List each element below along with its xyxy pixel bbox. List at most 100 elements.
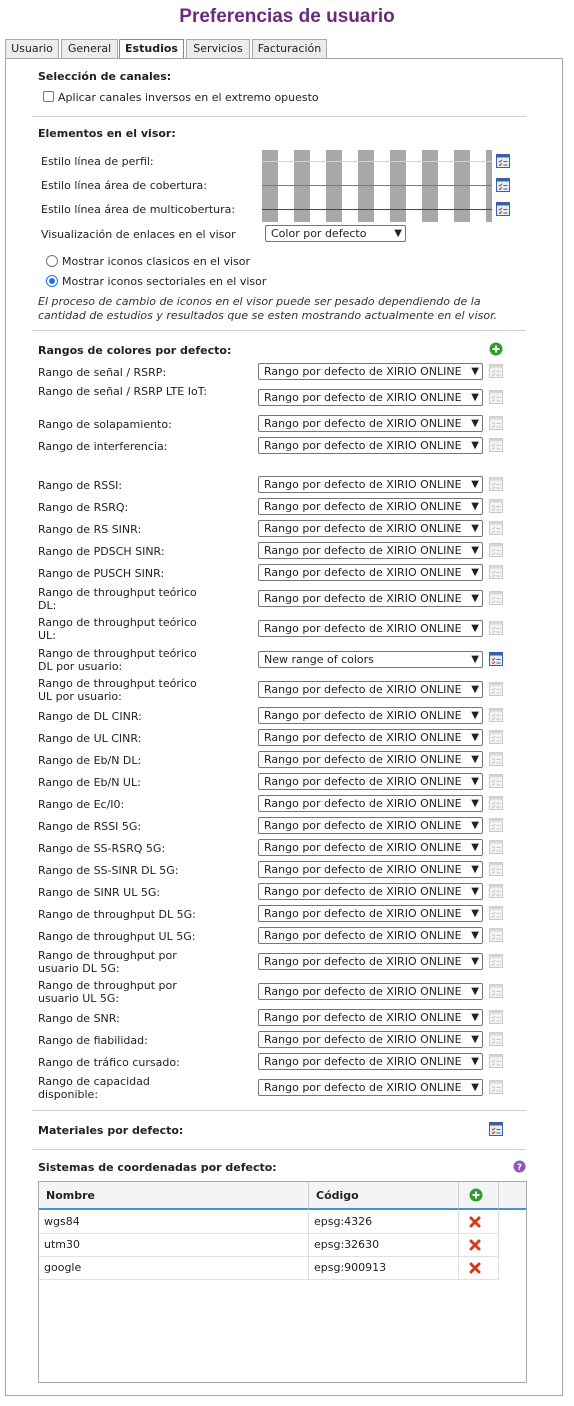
edit-range-icon xyxy=(489,621,503,635)
range-select-value: Rango por defecto de XIRIO ONLINE xyxy=(264,731,462,744)
range-select[interactable]: Rango por defecto de XIRIO ONLINE ▼ xyxy=(258,983,483,1000)
range-select[interactable]: Rango por defecto de XIRIO ONLINE ▼ xyxy=(258,389,483,406)
chevron-down-icon: ▼ xyxy=(471,820,479,831)
range-select[interactable]: Rango por defecto de XIRIO ONLINE ▼ xyxy=(258,437,483,454)
materials-section-title: Materiales por defecto: xyxy=(38,1124,184,1137)
range-select-value: Rango por defecto de XIRIO ONLINE xyxy=(264,985,462,998)
tab-general[interactable]: General xyxy=(61,39,118,58)
delete-icon[interactable] xyxy=(469,1216,481,1228)
range-label: Rango de throughput teórico UL: xyxy=(38,616,197,642)
range-select[interactable]: Rango por defecto de XIRIO ONLINE ▼ xyxy=(258,839,483,856)
divider xyxy=(32,116,526,117)
tab-facturacion[interactable]: Facturación xyxy=(252,39,327,58)
chevron-down-icon: ▼ xyxy=(471,1082,479,1093)
range-select-value: Rango por defecto de XIRIO ONLINE xyxy=(264,592,462,605)
edit-materials-icon[interactable] xyxy=(489,1122,503,1136)
chevron-down-icon: ▼ xyxy=(471,986,479,997)
range-select[interactable]: Rango por defecto de XIRIO ONLINE ▼ xyxy=(258,564,483,581)
chevron-down-icon: ▼ xyxy=(471,545,479,556)
range-select[interactable]: Rango por defecto de XIRIO ONLINE ▼ xyxy=(258,707,483,724)
range-select[interactable]: Rango por defecto de XIRIO ONLINE ▼ xyxy=(258,620,483,637)
edit-range-icon xyxy=(489,954,503,968)
edit-range-icon xyxy=(489,796,503,810)
delete-icon[interactable] xyxy=(469,1239,481,1251)
range-label: Rango de RSRQ: xyxy=(38,501,129,514)
tab-usuario[interactable]: Usuario xyxy=(5,39,59,58)
edit-range-icon xyxy=(489,591,503,605)
classic-icons-radio[interactable] xyxy=(46,255,58,267)
edit-coverage-line-icon[interactable] xyxy=(496,178,510,192)
add-range-icon[interactable] xyxy=(489,342,503,356)
edit-range-icon xyxy=(489,906,503,920)
edit-range-icon xyxy=(489,884,503,898)
range-select[interactable]: Rango por defecto de XIRIO ONLINE ▼ xyxy=(258,861,483,878)
range-select-value: Rango por defecto de XIRIO ONLINE xyxy=(264,1081,462,1094)
range-select[interactable]: Rango por defecto de XIRIO ONLINE ▼ xyxy=(258,905,483,922)
range-select[interactable]: Rango por defecto de XIRIO ONLINE ▼ xyxy=(258,1079,483,1096)
range-label: Rango de Eb/N DL: xyxy=(38,754,142,767)
range-select-value: Rango por defecto de XIRIO ONLINE xyxy=(264,544,462,557)
edit-profile-line-icon[interactable] xyxy=(496,154,510,168)
range-select[interactable]: Rango por defecto de XIRIO ONLINE ▼ xyxy=(258,520,483,537)
edit-range-icon xyxy=(489,840,503,854)
range-label: Rango de throughput UL 5G: xyxy=(38,930,196,943)
multicoverage-line-label: Estilo línea área de multicobertura: xyxy=(41,203,236,216)
range-select[interactable]: Rango por defecto de XIRIO ONLINE ▼ xyxy=(258,927,483,944)
edit-range-icon xyxy=(489,928,503,942)
range-select[interactable]: Rango por defecto de XIRIO ONLINE ▼ xyxy=(258,476,483,493)
edit-range-icon xyxy=(489,1010,503,1024)
chevron-down-icon: ▼ xyxy=(471,366,479,377)
chevron-down-icon: ▼ xyxy=(471,776,479,787)
coords-header-code[interactable]: Código xyxy=(309,1182,459,1210)
add-coordinate-icon[interactable] xyxy=(469,1188,483,1202)
divider xyxy=(32,1110,526,1111)
range-select-value: Rango por defecto de XIRIO ONLINE xyxy=(264,709,462,722)
chevron-down-icon: ▼ xyxy=(471,864,479,875)
range-select[interactable]: Rango por defecto de XIRIO ONLINE ▼ xyxy=(258,751,483,768)
svg-text:?: ? xyxy=(517,1163,522,1173)
inverse-channels-checkbox[interactable] xyxy=(43,91,54,102)
chevron-down-icon: ▼ xyxy=(471,1034,479,1045)
chevron-down-icon: ▼ xyxy=(471,654,479,665)
sector-icons-radio[interactable] xyxy=(46,275,58,287)
range-select[interactable]: Rango por defecto de XIRIO ONLINE ▼ xyxy=(258,729,483,746)
coords-header-name[interactable]: Nombre xyxy=(39,1182,309,1210)
range-select-value: Rango por defecto de XIRIO ONLINE xyxy=(264,907,462,920)
range-select[interactable]: Rango por defecto de XIRIO ONLINE ▼ xyxy=(258,1031,483,1048)
range-select[interactable]: Rango por defecto de XIRIO ONLINE ▼ xyxy=(258,415,483,432)
range-label: Rango de throughput por usuario UL 5G: xyxy=(38,979,177,1005)
range-select-value: Rango por defecto de XIRIO ONLINE xyxy=(264,863,462,876)
range-select[interactable]: Rango por defecto de XIRIO ONLINE ▼ xyxy=(258,542,483,559)
chevron-down-icon: ▼ xyxy=(471,392,479,403)
range-select[interactable]: Rango por defecto de XIRIO ONLINE ▼ xyxy=(258,795,483,812)
range-select[interactable]: Rango por defecto de XIRIO ONLINE ▼ xyxy=(258,681,483,698)
range-select[interactable]: Rango por defecto de XIRIO ONLINE ▼ xyxy=(258,953,483,970)
chevron-down-icon: ▼ xyxy=(471,1012,479,1023)
tab-servicios[interactable]: Servicios xyxy=(186,39,250,58)
range-select[interactable]: Rango por defecto de XIRIO ONLINE ▼ xyxy=(258,883,483,900)
range-select[interactable]: Rango por defecto de XIRIO ONLINE ▼ xyxy=(258,773,483,790)
delete-icon[interactable] xyxy=(469,1262,481,1274)
range-select[interactable]: Rango por defecto de XIRIO ONLINE ▼ xyxy=(258,590,483,607)
chevron-down-icon: ▼ xyxy=(471,567,479,578)
tab-estudios[interactable]: Estudios xyxy=(119,39,184,58)
range-select[interactable]: Rango por defecto de XIRIO ONLINE ▼ xyxy=(258,1053,483,1070)
help-icon[interactable]: ? xyxy=(513,1160,526,1173)
range-select[interactable]: Rango por defecto de XIRIO ONLINE ▼ xyxy=(258,1009,483,1026)
range-select[interactable]: New range of colors ▼ xyxy=(258,651,483,668)
edit-multicoverage-line-icon[interactable] xyxy=(496,202,510,216)
range-label: Rango de RSSI 5G: xyxy=(38,820,142,833)
edit-range-icon xyxy=(489,708,503,722)
range-select[interactable]: Rango por defecto de XIRIO ONLINE ▼ xyxy=(258,363,483,380)
edit-range-icon[interactable] xyxy=(489,652,503,666)
range-select-value: Rango por defecto de XIRIO ONLINE xyxy=(264,797,462,810)
range-select-value: Rango por defecto de XIRIO ONLINE xyxy=(264,753,462,766)
coords-header-spacer xyxy=(499,1182,526,1210)
range-select[interactable]: Rango por defecto de XIRIO ONLINE ▼ xyxy=(258,817,483,834)
range-select[interactable]: Rango por defecto de XIRIO ONLINE ▼ xyxy=(258,498,483,515)
coords-row-name: wgs84 xyxy=(39,1211,309,1234)
range-select-value: Rango por defecto de XIRIO ONLINE xyxy=(264,417,462,430)
links-display-select[interactable]: Color por defecto ▼ xyxy=(265,225,406,242)
coords-table: Nombre Código wgs84 epsg:4326 utm30 epsg:32… xyxy=(38,1181,527,1383)
coords-row-code: epsg:32630 xyxy=(309,1234,459,1257)
